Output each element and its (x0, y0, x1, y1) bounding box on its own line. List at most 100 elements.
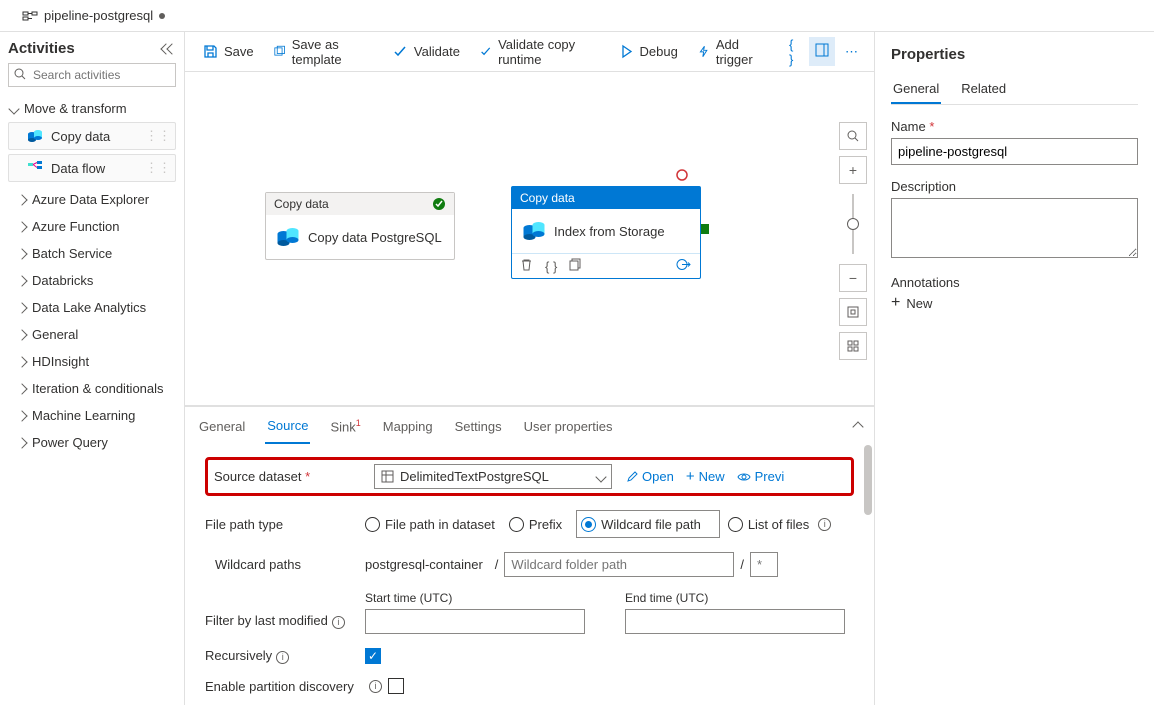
success-port-icon[interactable] (701, 224, 709, 234)
tab-mapping[interactable]: Mapping (381, 410, 435, 443)
dataset-icon (381, 470, 394, 483)
copy-data-icon (276, 225, 300, 249)
save-button[interactable]: Save (195, 38, 262, 65)
fit-to-screen-button[interactable] (839, 298, 867, 326)
enable-partition-checkbox[interactable] (388, 678, 404, 694)
validate-runtime-button[interactable]: Validate copy runtime (472, 31, 607, 73)
activity-index-from-storage[interactable]: Copy data Index from Storage { } (511, 186, 701, 279)
open-dataset-link[interactable]: Open (626, 468, 674, 485)
activities-sidebar: Activities Move & transform Copy data (0, 32, 185, 705)
search-activities-input[interactable] (8, 63, 176, 87)
drag-handle-icon: ⋮⋮ (145, 128, 171, 144)
group-azure-data-explorer[interactable]: Azure Data Explorer (8, 186, 176, 213)
chevron-right-icon (16, 437, 27, 448)
tab-user-properties[interactable]: User properties (522, 410, 615, 443)
properties-toggle-button[interactable] (809, 37, 835, 66)
radio-wildcard[interactable]: Wildcard file path (581, 517, 701, 532)
search-canvas-button[interactable] (839, 122, 867, 150)
group-data-lake-analytics[interactable]: Data Lake Analytics (8, 294, 176, 321)
chevron-down-icon (595, 471, 606, 482)
info-icon[interactable]: i (332, 616, 345, 629)
start-time-label: Start time (UTC) (365, 591, 585, 605)
activity-label: Index from Storage (554, 224, 665, 239)
group-general[interactable]: General (8, 321, 176, 348)
save-template-icon (274, 44, 286, 59)
dirty-indicator-icon (159, 13, 165, 19)
start-time-input[interactable] (365, 609, 585, 634)
container-name: postgresql-container (365, 557, 483, 572)
source-dataset-select[interactable]: DelimitedTextPostgreSQL (374, 464, 612, 489)
group-label: Move & transform (24, 101, 127, 116)
chevron-right-icon (16, 302, 27, 313)
activity-label: Copy data PostgreSQL (308, 230, 442, 245)
group-move-transform[interactable]: Move & transform (8, 95, 176, 122)
preview-dataset-link[interactable]: Previ (737, 468, 785, 485)
activity-header: Copy data (520, 191, 575, 205)
execute-arrow-icon (676, 258, 692, 271)
drag-handle-icon: ⋮⋮ (145, 160, 171, 176)
new-dataset-link[interactable]: +New (686, 468, 725, 485)
activity-code-button[interactable]: { } (545, 259, 557, 274)
activity-copy-data[interactable]: Copy data ⋮⋮ (8, 122, 176, 150)
end-time-input[interactable] (625, 609, 845, 634)
tab-general[interactable]: General (197, 410, 247, 443)
group-azure-function[interactable]: Azure Function (8, 213, 176, 240)
properties-title: Properties (891, 46, 1138, 63)
group-hdinsight[interactable]: HDInsight (8, 348, 176, 375)
code-view-button[interactable]: { } (783, 31, 805, 73)
collapse-sidebar-button[interactable] (162, 45, 176, 53)
pipeline-name-input[interactable] (891, 138, 1138, 165)
radio-list-of-files[interactable]: List of filesi (728, 517, 831, 532)
execute-activity-button[interactable] (676, 258, 692, 274)
scrollbar[interactable] (864, 445, 872, 515)
props-tab-related[interactable]: Related (959, 75, 1008, 104)
more-button[interactable]: ⋯ (839, 38, 864, 66)
tab-settings[interactable]: Settings (453, 410, 504, 443)
chevron-right-icon (16, 275, 27, 286)
fail-port-icon[interactable] (675, 168, 689, 182)
group-iteration-conditionals[interactable]: Iteration & conditionals (8, 375, 176, 402)
play-icon (619, 44, 634, 59)
pipeline-canvas[interactable]: Copy data Copy data PostgreSQL Copy (185, 72, 832, 405)
trigger-icon (698, 44, 710, 59)
fit-icon (847, 306, 859, 318)
radio-file-in-dataset[interactable]: File path in dataset (365, 517, 495, 532)
chevron-right-icon (16, 329, 27, 340)
recursively-checkbox[interactable] (365, 648, 381, 664)
add-trigger-button[interactable]: Add trigger (690, 31, 775, 73)
props-tab-general[interactable]: General (891, 75, 941, 104)
description-label: Description (891, 179, 1138, 194)
add-annotation-button[interactable]: + New (891, 294, 1138, 312)
group-machine-learning[interactable]: Machine Learning (8, 402, 176, 429)
debug-button[interactable]: Debug (611, 38, 686, 65)
wildcard-file-input[interactable] (750, 552, 778, 577)
chevron-right-icon (16, 356, 27, 367)
collapse-details-button[interactable] (854, 419, 862, 434)
delete-activity-button[interactable] (520, 258, 533, 274)
info-icon[interactable]: i (818, 518, 831, 531)
info-icon[interactable]: i (276, 651, 289, 664)
tab-source[interactable]: Source (265, 409, 310, 444)
pipeline-tab[interactable]: pipeline-postgresql (10, 0, 177, 31)
properties-panel: Properties General Related Name * Descri… (874, 32, 1154, 705)
radio-prefix[interactable]: Prefix (509, 517, 562, 532)
activity-copy-postgresql[interactable]: Copy data Copy data PostgreSQL (265, 192, 455, 260)
tab-sink[interactable]: Sink1 (328, 409, 362, 443)
zoom-out-button[interactable]: − (839, 264, 867, 292)
search-icon (14, 68, 26, 83)
auto-align-button[interactable] (839, 332, 867, 360)
group-batch-service[interactable]: Batch Service (8, 240, 176, 267)
validate-button[interactable]: Validate (385, 38, 468, 65)
zoom-slider[interactable] (852, 194, 854, 254)
zoom-in-button[interactable]: + (839, 156, 867, 184)
activity-data-flow[interactable]: Data flow ⋮⋮ (8, 154, 176, 182)
pipeline-description-input[interactable] (891, 198, 1138, 258)
info-icon[interactable]: i (369, 680, 382, 693)
recursively-label: Recursivelyi (205, 648, 365, 664)
copy-data-icon (522, 219, 546, 243)
save-template-button[interactable]: Save as template (266, 31, 381, 73)
group-databricks[interactable]: Databricks (8, 267, 176, 294)
group-power-query[interactable]: Power Query (8, 429, 176, 456)
clone-activity-button[interactable] (569, 258, 582, 274)
wildcard-folder-input[interactable] (504, 552, 734, 577)
